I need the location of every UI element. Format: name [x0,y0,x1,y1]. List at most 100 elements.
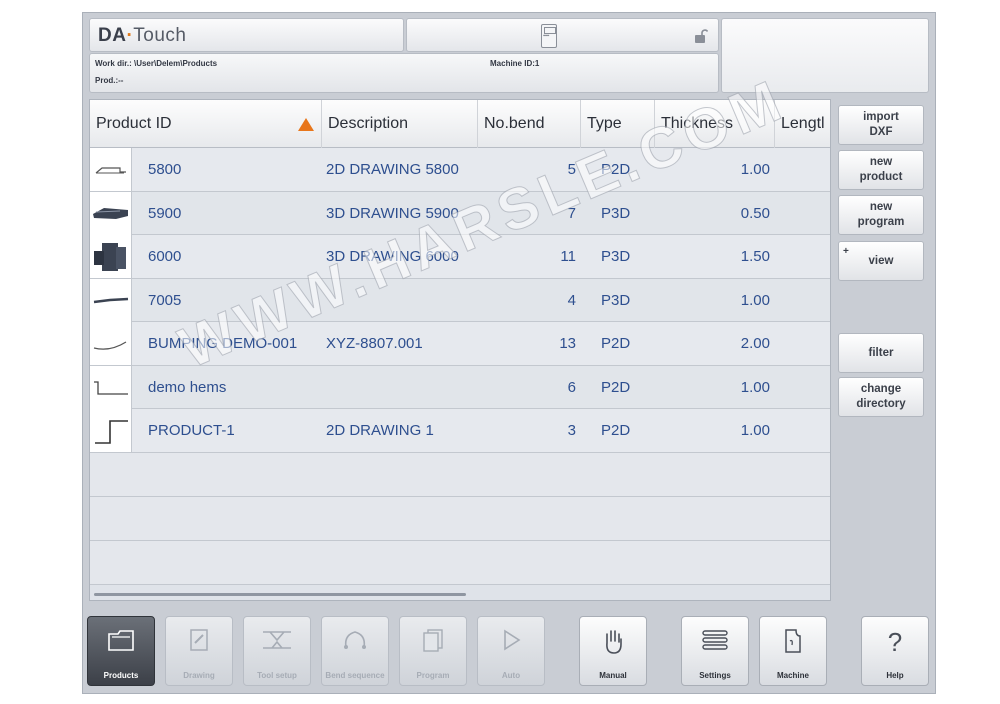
table-header: Product ID Description No.bend Type Thic… [90,100,830,148]
column-type[interactable]: Type [581,100,655,148]
pencil-icon [166,627,232,659]
table-row[interactable]: 5900 3D DRAWING 5900 7 P3D 0.50 [90,191,830,235]
product-thickness: 1.50 [740,248,770,265]
table-row[interactable]: PRODUCT-1 2D DRAWING 1 3 P2D 1.00 [90,409,830,453]
new-product-button[interactable]: new product [838,150,924,190]
column-product-id[interactable]: Product ID [90,100,322,148]
product-description: XYZ-8807.001 [326,335,423,352]
product-thumbnail [90,148,132,191]
column-no-bend[interactable]: No.bend [478,100,581,148]
nav-tool-setup-label: Tool setup [257,671,297,680]
nav-settings-button[interactable]: Settings [681,616,749,686]
product-bends: 5 [567,161,576,178]
nav-manual-label: Manual [599,671,627,680]
column-thickness[interactable]: Thickness [655,100,775,148]
empty-row [90,452,830,497]
product-id: demo hems [148,378,227,396]
empty-row [90,540,830,585]
prod-label: Prod.:-- [95,76,124,85]
header-right-panel [721,18,929,93]
submenu-plus-icon: + [843,246,849,257]
table-body: 5800 2D DRAWING 5800 5 P2D 1.00 5900 3D … [90,148,830,585]
table-row[interactable]: demo hems 6 P2D 1.00 [90,365,830,409]
info-bar: Work dir.: \User\Delem\Products Machine … [89,53,719,93]
nav-manual-button[interactable]: Manual [579,616,647,686]
product-id: 5800 [148,161,182,178]
bend-sequence-icon [322,627,388,659]
calculator-icon[interactable] [541,24,557,48]
product-type: P3D [601,248,631,265]
table-row[interactable]: 7005 4 P3D 1.00 [90,278,830,322]
change-directory-button[interactable]: change directory [838,377,924,417]
nav-tool-setup-button[interactable]: Tool setup [243,616,311,686]
product-thumbnail [90,365,132,409]
product-thickness: 2.00 [740,335,770,352]
product-bends: 11 [560,248,576,265]
table-row[interactable]: 5800 2D DRAWING 5800 5 P2D 1.00 [90,148,830,192]
product-id: PRODUCT-1 [148,422,235,439]
folder-icon [88,627,154,659]
nav-program-button[interactable]: Program [399,616,467,686]
nav-settings-label: Settings [699,671,731,680]
view-button[interactable]: + view [838,241,924,281]
nav-drawing-button[interactable]: Drawing [165,616,233,686]
filter-label: filter [868,346,894,359]
product-type: P2D [601,422,631,439]
nav-bend-sequence-label: Bend sequence [325,671,385,680]
product-table: Product ID Description No.bend Type Thic… [89,99,831,601]
new-product-label: new product [859,156,903,183]
product-description: 3D DRAWING 6000 [326,248,459,265]
product-thickness: 1.00 [740,291,770,309]
program-pages-icon [400,627,466,659]
nav-machine-label: Machine [776,671,809,680]
machine-id-label: Machine ID:1 [490,59,540,68]
column-description[interactable]: Description [322,100,478,148]
work-dir-label: Work dir.: \User\Delem\Products [95,59,218,68]
header-status-panel [406,18,719,52]
filter-button[interactable]: filter [838,333,924,373]
play-icon [478,627,544,659]
horizontal-scrollbar[interactable] [94,593,466,596]
table-row[interactable]: 6000 3D DRAWING 6000 11 P3D 1.50 [90,235,830,279]
empty-row [90,496,830,541]
tool-setup-icon [244,627,310,659]
product-thumbnail [90,235,132,278]
nav-bend-sequence-button[interactable]: Bend sequence [321,616,389,686]
product-id: 6000 [148,248,182,265]
import-dxf-label: import DXF [863,111,899,138]
product-description: 2D DRAWING 5800 [326,161,459,178]
nav-help-button[interactable]: ? Help [861,616,929,686]
product-id: 7005 [148,291,182,309]
product-bends: 6 [567,378,576,396]
logo-panel: DA·Touch [89,18,404,52]
nav-program-label: Program [416,671,450,680]
new-program-label: new program [857,201,905,228]
nav-machine-button[interactable]: Machine [759,616,827,686]
column-length[interactable]: Lengtl [775,100,830,148]
logo: DA·Touch [98,25,187,46]
nav-products-button[interactable]: Products [87,616,155,686]
product-id: 5900 [148,204,182,222]
product-thumbnail [90,409,132,452]
nav-auto-label: Auto [501,671,521,680]
settings-sliders-icon [682,627,748,659]
product-thickness: 1.00 [740,422,770,439]
product-thumbnail [90,191,132,235]
machine-icon [760,627,826,661]
product-description: 3D DRAWING 5900 [326,204,459,222]
product-id: BUMPING DEMO-001 [148,335,298,352]
product-type: P2D [601,335,631,352]
nav-products-label: Products [103,671,139,680]
new-program-button[interactable]: new program [838,195,924,235]
product-thickness: 0.50 [740,204,770,222]
import-dxf-button[interactable]: import DXF [838,105,924,145]
product-thickness: 1.00 [740,378,770,396]
product-bends: 13 [559,335,576,352]
unlock-icon[interactable] [692,28,709,47]
product-bends: 3 [567,422,576,439]
nav-auto-button[interactable]: Auto [477,616,545,686]
product-type: P3D [601,291,631,309]
table-row[interactable]: BUMPING DEMO-001 XYZ-8807.001 13 P2D 2.0… [90,322,830,366]
product-thumbnail [90,322,132,365]
nav-help-label: Help [886,671,904,680]
